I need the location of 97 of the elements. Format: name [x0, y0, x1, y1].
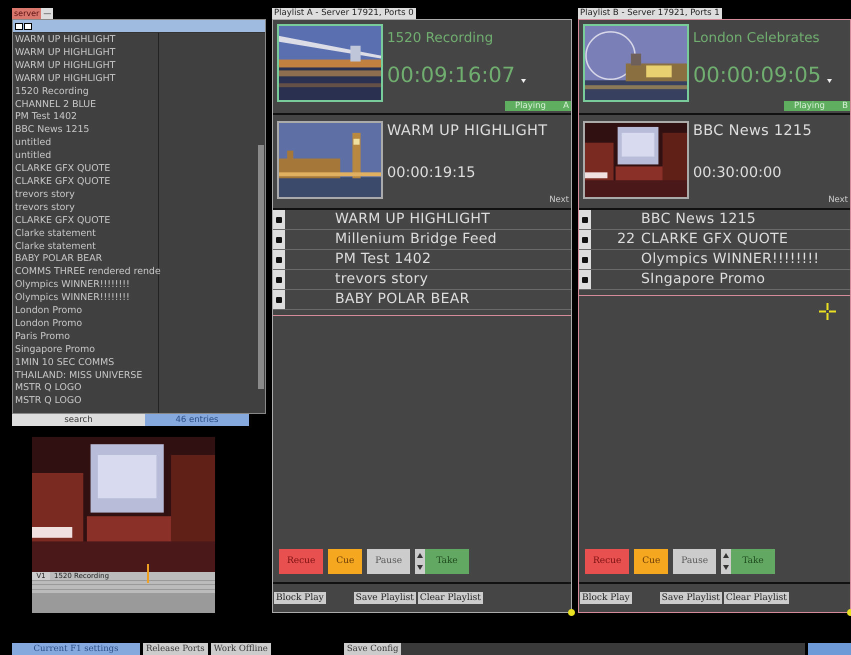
down-arrow-icon[interactable] [723, 565, 730, 570]
entry-count: 46 entries [145, 414, 249, 426]
toolbar-button[interactable]: Work Offline [210, 643, 271, 655]
clip-title: London Celebrates [693, 29, 821, 48]
clip-item[interactable]: Clarke statement [13, 228, 158, 240]
search-button[interactable]: search [12, 414, 145, 426]
item-button[interactable] [579, 230, 591, 249]
status-panel [808, 643, 851, 655]
pause-button[interactable]: Pause [367, 549, 410, 574]
item-button[interactable] [579, 250, 591, 269]
playlist-item[interactable]: Millenium Bridge Feed [335, 229, 497, 250]
clip-item[interactable]: Singapore Promo [13, 344, 158, 357]
clip-item[interactable]: WARM UP HIGHLIGHT [13, 60, 158, 73]
playlist-item[interactable]: CLARKE GFX QUOTE [641, 229, 788, 250]
item-button[interactable] [273, 250, 285, 269]
clip-item[interactable]: trevors story [13, 202, 158, 215]
cue-button[interactable]: Cue [634, 549, 668, 574]
footer-button[interactable]: Save Playlist [354, 592, 416, 604]
timecode: 00:30:00:00 [693, 164, 782, 183]
clip-item[interactable]: WARM UP HIGHLIGHT [13, 46, 158, 60]
item-button[interactable] [273, 270, 285, 289]
clip-item[interactable]: CLARKE GFX QUOTE [13, 214, 158, 228]
clip-title: WARM UP HIGHLIGHT [387, 122, 548, 141]
clip-item[interactable]: CHANNEL 2 BLUE [13, 98, 158, 112]
playlist-item[interactable]: PM Test 1402 [335, 249, 432, 270]
playlist-item[interactable]: BBC News 1215 [641, 209, 756, 230]
footer-button[interactable]: Clear Playlist [418, 592, 483, 604]
clip-item[interactable]: BBC News 1215 [13, 124, 158, 138]
resize-handle[interactable] [568, 609, 575, 616]
spinner-control[interactable] [415, 549, 426, 574]
playlist-item[interactable]: Olympics WINNER!!!!!!!! [641, 249, 820, 270]
toolbar-button[interactable]: Save Config [344, 643, 402, 655]
clip-item[interactable]: London Promo [13, 305, 158, 318]
dropdown-icon[interactable] [521, 79, 526, 83]
playlist-item[interactable]: WARM UP HIGHLIGHT [335, 209, 490, 230]
take-button[interactable]: Take [425, 549, 470, 574]
down-arrow-icon[interactable] [417, 565, 424, 570]
playlist-item[interactable]: SIngapore Promo [641, 269, 766, 290]
clip-title: BBC News 1215 [693, 122, 812, 141]
playlist-item[interactable]: trevors story [335, 269, 428, 290]
status-text: Playing [515, 101, 546, 111]
up-arrow-icon[interactable] [723, 552, 730, 558]
clip-item[interactable]: untitled [13, 137, 158, 150]
clip-item[interactable]: trevors story [13, 188, 158, 202]
clip-item[interactable]: PM Test 1402 [13, 111, 158, 124]
footer-button[interactable]: Clear Playlist [724, 592, 789, 604]
take-button[interactable]: Take [731, 549, 776, 574]
clip-item[interactable]: untitled [13, 150, 158, 164]
up-arrow-icon[interactable] [417, 552, 424, 558]
toolbar-button[interactable]: Release Ports [143, 643, 208, 655]
item-button[interactable] [579, 270, 591, 289]
clip-item[interactable]: London Promo [13, 318, 158, 331]
footer-button[interactable]: Save Playlist [660, 592, 722, 604]
timecode: 00:09:16:07 [387, 62, 516, 90]
pause-button[interactable]: Pause [673, 549, 716, 574]
settings-tab[interactable]: Current F1 settings [12, 643, 140, 655]
clip-item[interactable]: CLARKE GFX QUOTE [13, 163, 158, 176]
clip-item[interactable]: COMMS THREE rendered rende [13, 266, 158, 280]
clip-item[interactable]: 1MIN 10 SEC COMMS [13, 356, 158, 370]
clip-item[interactable]: Paris Promo [13, 330, 158, 344]
item-button[interactable] [273, 290, 285, 309]
next-label: Next [828, 194, 848, 207]
dropdown-icon[interactable] [827, 79, 832, 83]
clip-item[interactable]: THAILAND: MISS UNIVERSE [13, 370, 158, 382]
clip-item[interactable]: WARM UP HIGHLIGHT [13, 72, 158, 86]
clip-item[interactable]: MSTR Q LOGO [13, 382, 158, 396]
panel-tab[interactable]: — [41, 8, 54, 19]
playlist-title: Playlist A - Server 17921, Ports 0 [272, 8, 416, 19]
clip-item[interactable]: Olympics WINNER!!!!!!!! [13, 279, 158, 292]
crosshair-icon [819, 303, 836, 320]
timecode: 00:00:19:15 [387, 164, 476, 183]
item-button[interactable] [579, 210, 591, 229]
clip-title: 1520 Recording [387, 29, 494, 48]
item-button[interactable] [273, 230, 285, 249]
clip-item[interactable]: BABY POLAR BEAR [13, 253, 158, 266]
next-label: Next [549, 194, 569, 207]
item-button[interactable] [273, 210, 285, 229]
scrollbar-thumb[interactable] [258, 145, 264, 389]
playlist-item[interactable]: BABY POLAR BEAR [335, 289, 470, 310]
panel-tab[interactable]: server [12, 8, 42, 19]
cue-button[interactable]: Cue [328, 549, 362, 574]
clip-item[interactable]: CLARKE GFX QUOTE [13, 176, 158, 189]
status-text: Playing [794, 101, 825, 111]
clip-item[interactable]: 1520 Recording [13, 86, 158, 99]
timecode: 00:00:09:05 [693, 62, 822, 90]
playlist-title: Playlist B - Server 17921, Ports 1 [578, 8, 722, 19]
clip-item[interactable]: Clarke statement [13, 240, 158, 254]
clip-item[interactable]: MSTR Q LOGO [13, 395, 158, 408]
footer-button[interactable]: Block Play [274, 592, 326, 604]
layout-icon[interactable] [15, 22, 33, 30]
clip-item[interactable]: Olympics WINNER!!!!!!!! [13, 292, 158, 306]
port-label: A [563, 101, 569, 111]
port-label: B [842, 101, 848, 111]
footer-button[interactable]: Block Play [580, 592, 632, 604]
clip-item[interactable]: WARM UP HIGHLIGHT [13, 34, 158, 47]
spinner-control[interactable] [721, 549, 732, 574]
item-number: 22 [617, 231, 635, 247]
